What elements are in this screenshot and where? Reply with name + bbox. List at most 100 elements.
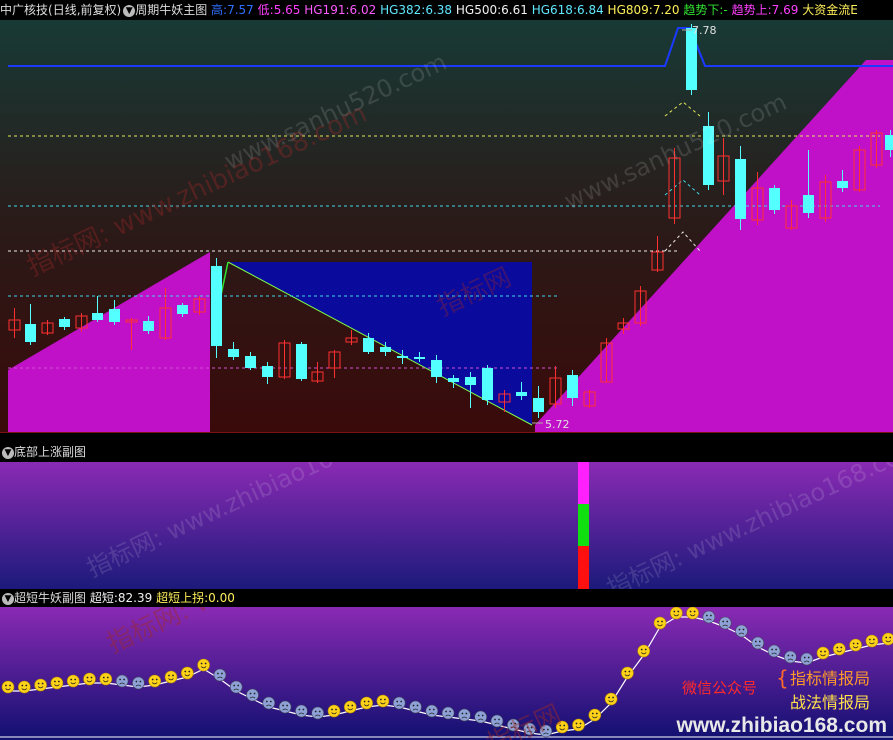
- candle-body: [363, 338, 374, 352]
- chart-mode[interactable]: (日线,前复权): [48, 3, 121, 17]
- candle-body: [296, 344, 307, 379]
- happy-face-icon: [816, 646, 830, 660]
- candle-body: [465, 377, 476, 385]
- candle-body: [92, 313, 103, 320]
- sad-face-icon: [262, 696, 276, 710]
- happy-face-icon: [604, 692, 618, 706]
- candle-body: [211, 266, 222, 346]
- happy-face-icon: [181, 666, 194, 680]
- sad-face-icon: [767, 644, 781, 658]
- collapse-icon[interactable]: ▼: [2, 592, 14, 605]
- stock-name[interactable]: 中广核技: [0, 3, 48, 17]
- candle-body: [769, 188, 780, 210]
- promo-line1: 指标情报局: [790, 669, 871, 688]
- candle-body: [735, 159, 746, 219]
- inflect-value: 0.00: [208, 591, 235, 605]
- sub1-svg[interactable]: [0, 462, 893, 590]
- fund-flow-label: 大资金流E: [802, 3, 858, 17]
- hg500-label: HG500:: [455, 3, 502, 17]
- trend-down-label: 趋势下:: [683, 3, 724, 17]
- candle-body: [567, 375, 578, 398]
- sad-face-icon: [246, 688, 259, 702]
- high-value: 7.57: [227, 3, 254, 17]
- sad-face-icon: [718, 616, 732, 630]
- candle-body: [703, 126, 714, 185]
- happy-face-icon: [50, 676, 64, 690]
- candle-body: [109, 309, 120, 322]
- sad-face-icon: [506, 718, 520, 732]
- site-url: www.zhibiao168.com: [676, 714, 887, 737]
- hg382-label: HG382:: [380, 3, 426, 17]
- candle-body: [516, 392, 527, 396]
- happy-face-icon: [686, 607, 699, 620]
- sad-face-icon: [295, 704, 308, 718]
- hg618-label: HG618:: [531, 3, 577, 17]
- sad-face-icon: [229, 680, 243, 694]
- collapse-icon[interactable]: ▼: [2, 446, 14, 459]
- bottom-rise-chart[interactable]: 指标网: www.zhibiao168.com 指标网: www.zhibiao…: [0, 462, 893, 590]
- sad-face-icon: [409, 700, 422, 714]
- candle-body: [59, 319, 70, 327]
- hg500-value: 6.61: [501, 3, 528, 17]
- trend-up-value: 7.69: [771, 3, 799, 17]
- sad-face-icon: [213, 668, 227, 682]
- super-short-chart[interactable]: 指标网: www.zhibiao168.com 指标网 微信公众号 { 指标情报…: [0, 607, 893, 740]
- happy-face-icon: [849, 638, 862, 652]
- happy-face-icon: [1, 680, 15, 694]
- low-value: 5.65: [273, 3, 301, 17]
- sub1-header: ▼ 底部上涨副图: [0, 442, 893, 462]
- candle-body: [414, 357, 425, 359]
- candle-body: [686, 28, 697, 90]
- collapse-icon[interactable]: ▼: [123, 4, 136, 17]
- candle-body: [262, 366, 273, 377]
- candle-body: [803, 195, 814, 213]
- super-label: 超短:: [89, 591, 118, 605]
- sad-face-icon: [490, 714, 504, 728]
- happy-face-icon: [164, 670, 178, 684]
- sub1-title[interactable]: 底部上涨副图: [14, 445, 86, 459]
- sad-face-icon: [311, 706, 325, 720]
- happy-face-icon: [66, 674, 80, 688]
- hg618-value: 6.84: [577, 3, 604, 17]
- wechat-label: 微信公众号: [682, 679, 758, 697]
- trough-label: 5.72: [545, 418, 570, 431]
- candle-body: [228, 349, 239, 357]
- sad-face-icon: [800, 652, 814, 666]
- main-price-chart[interactable]: 7.78 5.72 指标网: www.zhibiao168.com 指标网 ww…: [0, 20, 893, 432]
- happy-face-icon: [670, 607, 683, 620]
- promo-line2: 战法情报局: [790, 693, 871, 712]
- happy-face-icon: [83, 672, 96, 686]
- candle-body: [482, 368, 493, 400]
- candle-body: [837, 181, 848, 188]
- inflect-label: 超短上拐:: [156, 591, 209, 605]
- sad-face-icon: [132, 676, 145, 690]
- bar-red: [578, 546, 589, 590]
- happy-face-icon: [865, 634, 879, 648]
- sub2-title[interactable]: 超短牛妖副图: [14, 591, 86, 605]
- happy-face-icon: [197, 658, 210, 672]
- happy-face-icon: [555, 720, 569, 734]
- sad-face-icon: [784, 650, 797, 664]
- candle-body: [431, 360, 442, 377]
- sad-face-icon: [735, 624, 748, 638]
- sad-face-icon: [523, 722, 536, 736]
- bar-magenta: [578, 462, 589, 504]
- candle-body: [397, 356, 408, 358]
- main-chart-header: 中广核技(日线,前复权) ▼ 周期牛妖主图 高:7.57 低:5.65 HG191:…: [0, 0, 893, 20]
- happy-face-icon: [588, 708, 602, 722]
- indicator-name[interactable]: 周期牛妖主图: [135, 3, 207, 17]
- candle-body: [245, 356, 256, 368]
- sad-face-icon: [115, 674, 129, 688]
- main-chart-svg[interactable]: 7.78 5.72: [0, 20, 893, 432]
- high-label: 高:: [211, 3, 228, 17]
- candle-body: [533, 398, 544, 412]
- peak-label: 7.78: [692, 24, 717, 37]
- sad-face-icon: [474, 710, 488, 724]
- sad-face-icon: [458, 708, 471, 722]
- candle-body: [380, 347, 391, 352]
- sad-face-icon: [702, 610, 716, 624]
- happy-face-icon: [637, 644, 651, 658]
- candle-body: [25, 324, 36, 342]
- happy-face-icon: [148, 674, 161, 688]
- happy-face-icon: [881, 632, 893, 646]
